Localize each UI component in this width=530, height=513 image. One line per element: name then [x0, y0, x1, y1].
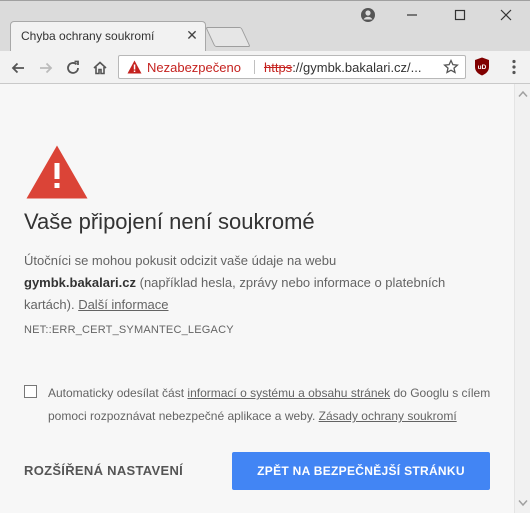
omnibox-separator [254, 60, 255, 74]
close-window-icon[interactable] [498, 7, 518, 23]
maximize-icon[interactable] [452, 7, 472, 23]
page-title: Vaše připojení není soukromé [24, 209, 315, 234]
learn-more-link[interactable]: Další informace [78, 297, 168, 312]
reload-icon[interactable] [64, 59, 82, 77]
scroll-up-icon[interactable] [518, 90, 528, 98]
browser-toolbar: Nezabezpečeno https://gymbk.bakalari.cz/… [0, 51, 530, 84]
ublock-extension-icon[interactable]: uD [474, 57, 490, 76]
bookmark-star-icon[interactable] [443, 58, 459, 80]
menu-dots-icon[interactable] [506, 58, 522, 76]
explanation-paragraph: Útočníci se mohou pokusit odcizit vaše ú… [24, 250, 494, 316]
address-bar[interactable]: Nezabezpečeno https://gymbk.bakalari.cz/… [118, 55, 466, 79]
url-scheme: https [264, 60, 293, 75]
advanced-button[interactable]: ROZŠÍŘENÁ NASTAVENÍ [24, 463, 183, 478]
profile-icon[interactable] [360, 7, 380, 23]
site-host: gymbk.bakalari.cz [24, 275, 136, 290]
back-to-safety-button[interactable]: ZPĚT NA BEZPEČNĚJŠÍ STRÁNKU [232, 452, 490, 490]
tab-active[interactable]: Chyba ochrany soukromí ✕ [10, 21, 206, 52]
page-scrollbar[interactable] [514, 84, 530, 513]
svg-text:uD: uD [478, 64, 487, 71]
back-arrow-icon[interactable] [9, 59, 27, 77]
privacy-policy-link[interactable]: Zásady ochrany soukromí [319, 409, 457, 423]
minimize-icon[interactable] [404, 7, 424, 23]
warning-triangle-icon[interactable] [127, 60, 142, 79]
url-host: ://gymbk.bakalari.cz/... [292, 60, 422, 75]
reporting-checkbox[interactable] [24, 385, 37, 398]
system-info-link[interactable]: informací o systému a obsahu stránek [187, 386, 390, 400]
scroll-down-icon[interactable] [518, 499, 528, 507]
explanation-text-1: Útočníci se mohou pokusit odcizit vaše ú… [24, 253, 337, 268]
window-titlebar: Chyba ochrany soukromí ✕ [0, 0, 530, 52]
checkbox-text-1: Automaticky odesílat část [48, 386, 188, 400]
url-text[interactable]: https://gymbk.bakalari.cz/... [264, 60, 422, 75]
interstitial-page: Vaše připojení není soukromé Útočníci se… [0, 84, 514, 513]
new-tab-button[interactable] [205, 27, 251, 47]
tab-close-icon[interactable]: ✕ [185, 28, 199, 42]
forward-arrow-icon[interactable] [37, 59, 55, 77]
tab-title: Chyba ochrany soukromí [21, 29, 155, 43]
text-fade-overlay [40, 422, 510, 444]
security-label[interactable]: Nezabezpečeno [147, 60, 241, 75]
warning-triangle-icon [24, 143, 90, 206]
home-icon[interactable] [91, 59, 109, 77]
error-code[interactable]: NET::ERR_CERT_SYMANTEC_LEGACY [24, 324, 234, 336]
